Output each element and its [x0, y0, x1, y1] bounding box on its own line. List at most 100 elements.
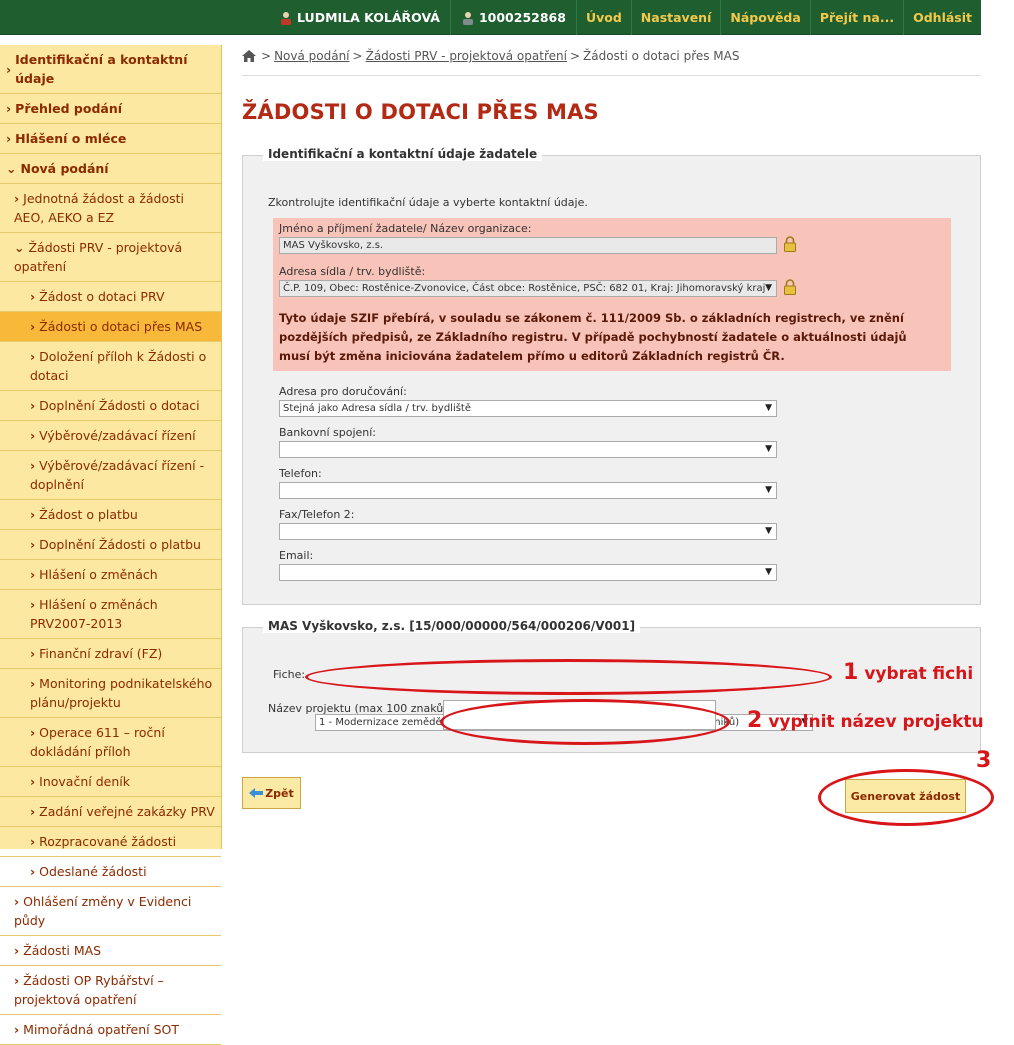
sidebar-item-label: Výběrové/zadávací řízení - doplnění — [30, 458, 205, 492]
sidebar-item[interactable]: › Hlášení o mléce — [0, 124, 221, 154]
sidebar-item[interactable]: › Rozpracované žádosti — [0, 827, 221, 857]
sidebar: › Identifikační a kontaktní údaje › Přehled… — [0, 45, 222, 1045]
sidebar-item[interactable]: ⌄ Nová podání — [0, 154, 221, 184]
sidebar-item-label: Žádosti PRV - projektová opatření — [14, 240, 183, 274]
nav-prejit-na[interactable]: Přejít na... — [811, 10, 903, 25]
chevron-right-icon: › — [30, 537, 36, 552]
sidebar-item[interactable]: › Monitoring podnikatelského plánu/projek… — [0, 669, 221, 718]
annotation-step2-number: 2 — [747, 708, 763, 733]
sidebar-item[interactable]: › Hlášení o změnách — [0, 560, 221, 590]
sidebar-item[interactable]: › Jednotná žádost a žádosti AEO, AEKO a E… — [0, 184, 221, 233]
sidebar-item-label: Ohlášení změny v Evidenci půdy — [14, 894, 192, 928]
chevron-right-icon: › — [30, 864, 36, 879]
chevron-right-icon: › — [30, 834, 36, 849]
name-label: Jméno a příjmení žadatele/ Název organiz… — [279, 222, 532, 235]
email-label: Email: — [279, 549, 314, 562]
sidebar-item-label: Monitoring podnikatelského plánu/projekt… — [30, 676, 213, 710]
sidebar-item-label: Žádost o dotaci PRV — [39, 289, 165, 304]
person-icon — [281, 11, 292, 25]
fax-select[interactable] — [279, 523, 777, 540]
chevron-down-icon: ⌄ — [6, 161, 17, 176]
sidebar-item-label: Žádosti MAS — [23, 943, 102, 958]
sidebar-item-label: Žádost o platbu — [39, 507, 138, 522]
nav-odhlasit[interactable]: Odhlásit — [904, 10, 981, 25]
sidebar-item[interactable]: › Ohlášení změny v Evidenci půdy — [0, 887, 221, 936]
project-name-label: Název projektu (max 100 znaků) — [268, 702, 448, 715]
sidebar-item-label: Operace 611 – roční dokládání příloh — [30, 725, 165, 759]
sidebar-item[interactable]: › Inovační deník — [0, 767, 221, 797]
chevron-right-icon: › — [14, 973, 20, 988]
home-icon[interactable] — [242, 50, 256, 62]
page-title: ŽÁDOSTI O DOTACI PŘES MAS — [242, 100, 599, 124]
phone-select[interactable] — [279, 482, 777, 499]
sidebar-item[interactable]: › Žádost o platbu — [0, 500, 221, 530]
sidebar-item-label: Žádosti OP Rybářství – projektová opatře… — [14, 973, 164, 1007]
sidebar-item-label: Mimořádná opatření SOT — [23, 1022, 180, 1037]
delivery-address-select[interactable]: Stejná jako Adresa sídla / trv. bydliště — [279, 400, 777, 417]
chevron-right-icon: › — [30, 507, 36, 522]
sidebar-item[interactable]: › Výběrové/zadávací řízení - doplnění — [0, 451, 221, 500]
annotation-step2-text: vyplnit název projektu — [768, 712, 984, 732]
nav-nastaveni[interactable]: Nastavení — [632, 10, 721, 25]
sidebar-item[interactable]: › Mimořádná opatření SOT — [0, 1015, 221, 1045]
sidebar-item[interactable]: › Zadání veřejné zakázky PRV — [0, 797, 221, 827]
nav-uvod[interactable]: Úvod — [577, 10, 631, 25]
chevron-right-icon: › — [30, 646, 36, 661]
annotation-ellipse-fiche — [305, 659, 832, 695]
breadcrumb-zadosti-prv[interactable]: Žádosti PRV - projektová opatření — [366, 49, 567, 63]
bank-select[interactable] — [279, 441, 777, 458]
sidebar-item[interactable]: › Operace 611 – roční dokládání příloh — [0, 718, 221, 767]
divider — [242, 75, 981, 76]
user-name: LUDMILA KOLÁŘOVÁ — [297, 10, 440, 25]
back-label: Zpět — [265, 786, 294, 800]
sidebar-item[interactable]: › Doplnění Žádosti o dotaci — [0, 391, 221, 421]
lock-icon — [784, 279, 796, 295]
name-field: MAS Vyškovsko, z.s. — [279, 237, 777, 254]
sidebar-item[interactable]: ⌄ Žádosti PRV - projektová opatření — [0, 233, 221, 282]
top-bar: LUDMILA KOLÁŘOVÁ 1000252868 Úvod Nastave… — [0, 0, 981, 35]
id-number: 1000252868 — [478, 10, 566, 25]
sidebar-item-label: Výběrové/zadávací řízení — [39, 428, 196, 443]
sidebar-item[interactable]: › Odeslané žádosti — [0, 857, 221, 887]
sidebar-item[interactable]: › Žádosti OP Rybářství – projektová opatř… — [0, 966, 221, 1015]
breadcrumb-nova-podani[interactable]: Nová podání — [274, 49, 349, 63]
applicant-section: Identifikační a kontaktní údaje žadatele… — [242, 147, 981, 605]
chevron-right-icon: › — [14, 191, 20, 206]
sidebar-item[interactable]: › Přehled podání — [0, 94, 221, 124]
sidebar-item[interactable]: › Doplnění Žádosti o platbu — [0, 530, 221, 560]
delivery-address-label: Adresa pro doručování: — [279, 385, 407, 398]
breadcrumb: > Nová podání > Žádosti PRV - projektová… — [242, 45, 981, 67]
chevron-right-icon: › — [14, 943, 20, 958]
chevron-right-icon: › — [30, 774, 36, 789]
chevron-right-icon: › — [30, 289, 36, 304]
sidebar-item[interactable]: › Identifikační a kontaktní údaje — [0, 45, 221, 94]
sidebar-item[interactable]: › Žádosti MAS — [0, 936, 221, 966]
sidebar-item-label: Inovační deník — [39, 774, 130, 789]
sidebar-item[interactable]: › Žádost o dotaci PRV — [0, 282, 221, 312]
sidebar-item[interactable]: › Hlášení o změnách PRV2007-2013 — [0, 590, 221, 639]
id-info: 1000252868 — [451, 10, 576, 25]
annotation-ellipse-project — [440, 699, 730, 745]
email-select[interactable] — [279, 564, 777, 581]
chevron-right-icon: › — [30, 567, 36, 582]
nav-napoveda[interactable]: Nápověda — [721, 10, 809, 25]
sidebar-item[interactable]: › Doložení příloh k Žádosti o dotaci — [0, 342, 221, 391]
chevron-right-icon: › — [30, 676, 36, 691]
phone-label: Telefon: — [279, 467, 322, 480]
person-icon — [462, 11, 473, 25]
sidebar-item-label: Doplnění Žádosti o platbu — [39, 537, 201, 552]
annotation-step2: 2 vyplnit název projektu — [747, 708, 984, 733]
sidebar-item-label: Hlášení o změnách — [39, 567, 158, 582]
sidebar-item[interactable]: › Žádosti o dotaci přes MAS — [0, 312, 221, 342]
bank-label: Bankovní spojení: — [279, 426, 377, 439]
chevron-right-icon: › — [6, 131, 12, 146]
sidebar-item[interactable]: › Finanční zdraví (FZ) — [0, 639, 221, 669]
lock-icon — [784, 236, 796, 252]
arrow-left-icon — [249, 788, 264, 798]
section-legend: Identifikační a kontaktní údaje žadatele — [263, 147, 543, 161]
sidebar-item-label: Finanční zdraví (FZ) — [39, 646, 163, 661]
annotation-step3: 3 — [976, 748, 997, 773]
address-select: Č.P. 109, Obec: Rostěnice-Zvonovice, Čás… — [279, 280, 777, 297]
back-button[interactable]: Zpět — [242, 777, 301, 809]
sidebar-item[interactable]: › Výběrové/zadávací řízení — [0, 421, 221, 451]
